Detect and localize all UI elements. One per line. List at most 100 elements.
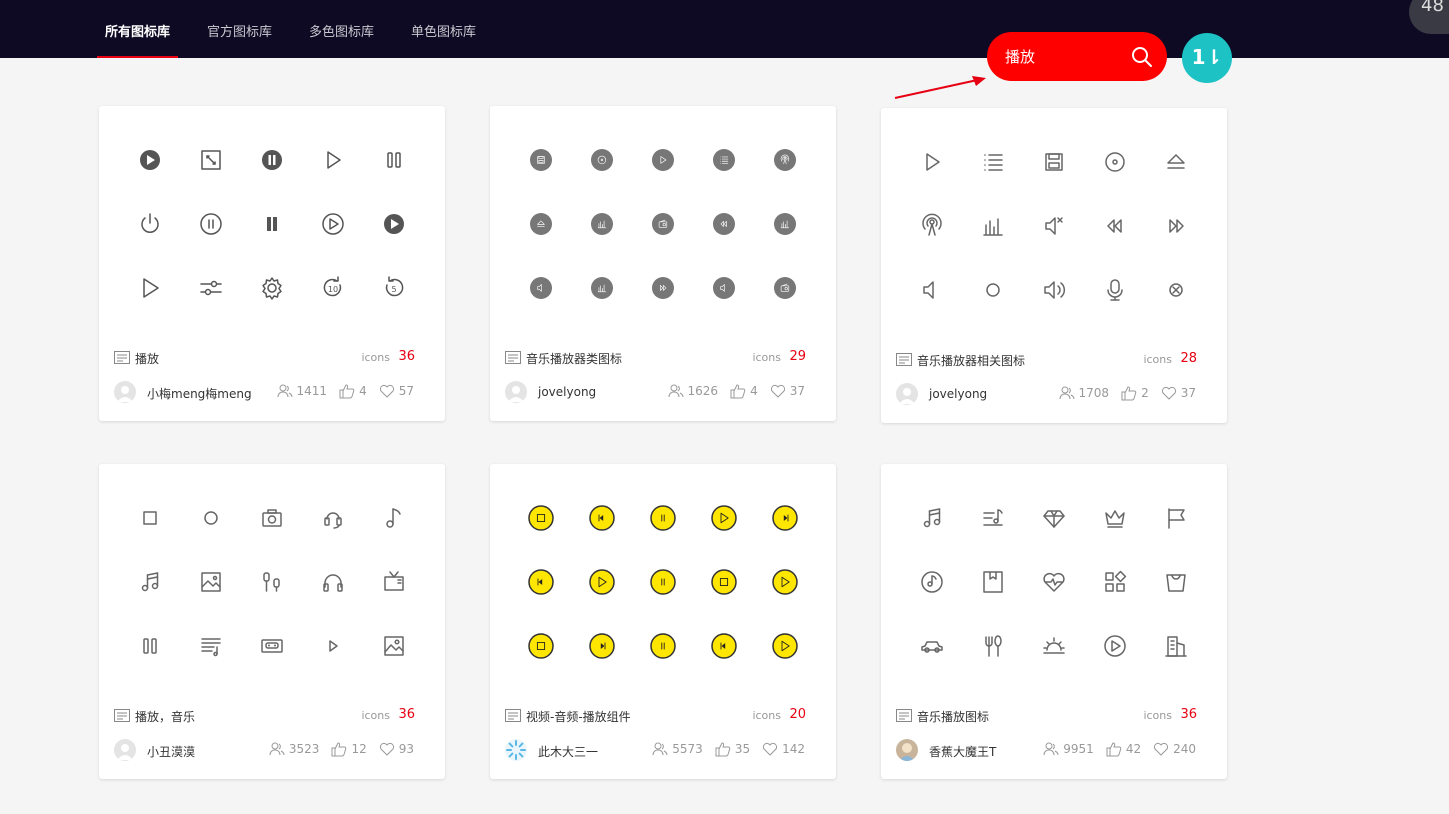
power-icon[interactable]: [135, 209, 165, 239]
tab-official-libraries[interactable]: 官方图标库: [199, 0, 280, 58]
bag-icon[interactable]: [1161, 567, 1191, 597]
tab-multicolor-libraries[interactable]: 多色图标库: [301, 0, 382, 58]
settings-icon[interactable]: [257, 273, 287, 303]
icon-library-card[interactable]: 10 5 播放 icons 36 小梅meng梅meng 1411 4 57: [99, 106, 445, 421]
favorites-stat[interactable]: 93: [379, 741, 414, 757]
next-icon[interactable]: [587, 631, 617, 661]
stop-icon[interactable]: [709, 567, 739, 597]
headset-icon[interactable]: [318, 503, 348, 533]
image-icon[interactable]: [379, 631, 409, 661]
building-icon[interactable]: [1161, 631, 1191, 661]
play-outline-icon[interactable]: [135, 273, 165, 303]
avatar[interactable]: [114, 739, 136, 761]
pause-outline-icon[interactable]: [135, 631, 165, 661]
likes-stat[interactable]: 2: [1121, 385, 1149, 401]
playlist-icon[interactable]: [196, 631, 226, 661]
library-title[interactable]: 视频-音频-播放组件: [526, 708, 631, 725]
music-note-icon[interactable]: [379, 503, 409, 533]
rewind-icon[interactable]: [1100, 211, 1130, 241]
tab-monochrome-libraries[interactable]: 单色图标库: [403, 0, 484, 58]
radio-icon[interactable]: [648, 209, 678, 239]
author-name[interactable]: 小丑漠漠: [147, 743, 195, 760]
music-list-icon[interactable]: [978, 503, 1008, 533]
equalizer-icon[interactable]: [587, 209, 617, 239]
play-icon[interactable]: [770, 567, 800, 597]
flag-icon[interactable]: [1161, 503, 1191, 533]
picture-icon[interactable]: [196, 567, 226, 597]
broadcast-icon[interactable]: [917, 211, 947, 241]
list-icon[interactable]: [978, 147, 1008, 177]
author-name[interactable]: jovelyong: [929, 387, 987, 401]
forward-10-icon[interactable]: 10: [318, 273, 348, 303]
icon-library-card[interactable]: 音乐播放图标 icons 36 香蕉大魔王T 9951 42 240: [881, 464, 1227, 779]
music-notes-icon[interactable]: [917, 503, 947, 533]
stop-icon[interactable]: [526, 631, 556, 661]
disc-icon[interactable]: [587, 145, 617, 175]
fork-spoon-icon[interactable]: [978, 631, 1008, 661]
play-icon[interactable]: [770, 631, 800, 661]
save-icon[interactable]: [1039, 147, 1069, 177]
earphones-icon[interactable]: [257, 567, 287, 597]
favorites-stat[interactable]: 37: [1161, 385, 1196, 401]
disc-icon[interactable]: [1100, 147, 1130, 177]
list-icon[interactable]: [709, 145, 739, 175]
likes-stat[interactable]: 4: [339, 383, 367, 399]
author-name[interactable]: 此木大三一: [538, 743, 598, 760]
apps-icon[interactable]: [1100, 567, 1130, 597]
icon-library-card[interactable]: 播放，音乐 icons 36 小丑漠漠 3523 12 93: [99, 464, 445, 779]
library-title[interactable]: 音乐播放器类图标: [526, 350, 622, 367]
avatar[interactable]: [896, 739, 918, 761]
equalizer-icon[interactable]: [587, 273, 617, 303]
circle-icon[interactable]: [196, 503, 226, 533]
avatar[interactable]: [114, 381, 136, 403]
icon-library-card[interactable]: 音乐播放器类图标 icons 29 jovelyong 1626 4 37: [490, 106, 836, 421]
close-circle-icon[interactable]: [1161, 275, 1191, 305]
headphones-icon[interactable]: [318, 567, 348, 597]
car-icon[interactable]: [917, 631, 947, 661]
likes-stat[interactable]: 4: [730, 383, 758, 399]
broadcast-icon[interactable]: [770, 145, 800, 175]
eject-icon[interactable]: [1161, 147, 1191, 177]
play-icon[interactable]: [917, 147, 947, 177]
favorites-stat[interactable]: 142: [762, 741, 805, 757]
fast-forward-icon[interactable]: [648, 273, 678, 303]
play-icon[interactable]: [587, 567, 617, 597]
play-circle-filled-icon[interactable]: [379, 209, 409, 239]
next-icon[interactable]: [770, 503, 800, 533]
disc-note-icon[interactable]: [917, 567, 947, 597]
sunrise-icon[interactable]: [1039, 631, 1069, 661]
pause-outline-icon[interactable]: [379, 145, 409, 175]
favorites-stat[interactable]: 37: [770, 383, 805, 399]
fast-forward-icon[interactable]: [1161, 211, 1191, 241]
library-title[interactable]: 播放: [135, 350, 159, 367]
likes-stat[interactable]: 35: [715, 741, 750, 757]
pause-icon[interactable]: [648, 567, 678, 597]
volume-low-icon[interactable]: [917, 275, 947, 305]
prev-icon[interactable]: [587, 503, 617, 533]
sliders-icon[interactable]: [196, 273, 226, 303]
author-name[interactable]: 香蕉大魔王T: [929, 743, 996, 760]
icon-library-card[interactable]: 音乐播放器相关图标 icons 28 jovelyong 1708 2 37: [881, 108, 1227, 423]
library-title[interactable]: 音乐播放器相关图标: [917, 352, 1025, 369]
tv-icon[interactable]: [379, 567, 409, 597]
heart-pulse-icon[interactable]: [1039, 567, 1069, 597]
diamond-icon[interactable]: [1039, 503, 1069, 533]
camera-icon[interactable]: [257, 503, 287, 533]
pause-icon[interactable]: [648, 503, 678, 533]
play-icon[interactable]: [648, 145, 678, 175]
stop-icon[interactable]: [135, 503, 165, 533]
save-icon[interactable]: [526, 145, 556, 175]
mute-icon[interactable]: [1039, 211, 1069, 241]
volume-high-icon[interactable]: [1039, 275, 1069, 305]
likes-stat[interactable]: 12: [331, 741, 367, 757]
likes-stat[interactable]: 42: [1106, 741, 1141, 757]
sort-button[interactable]: 1⇂: [1182, 33, 1232, 83]
pause-bars-icon[interactable]: [257, 209, 287, 239]
play-ring-icon[interactable]: [1100, 631, 1130, 661]
search-icon[interactable]: [1130, 45, 1154, 69]
prev-icon[interactable]: [709, 631, 739, 661]
rewind-icon[interactable]: [709, 209, 739, 239]
radio-icon[interactable]: [770, 273, 800, 303]
pause-ring-icon[interactable]: [196, 209, 226, 239]
favorites-stat[interactable]: 57: [379, 383, 414, 399]
